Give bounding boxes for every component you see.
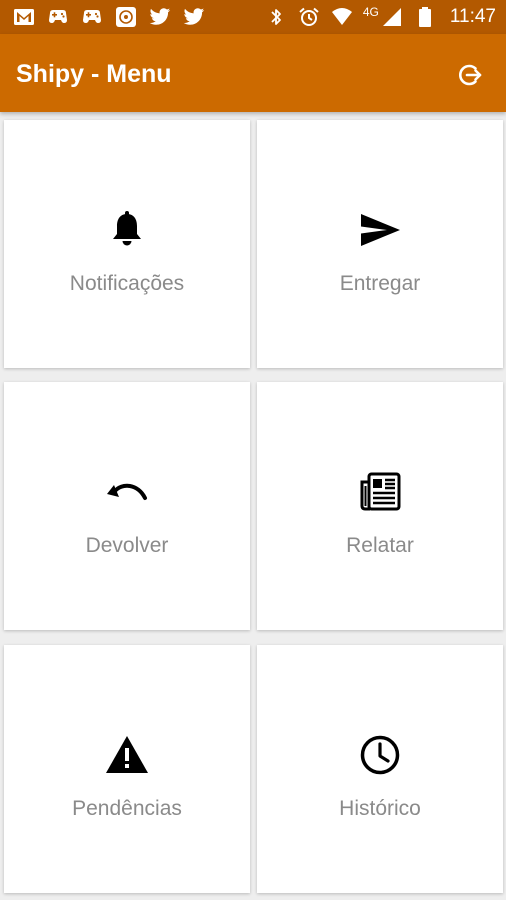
- bell-icon: [4, 208, 250, 252]
- menu-item-label: Devolver: [85, 534, 169, 557]
- bluetooth-icon: [264, 6, 288, 28]
- menu-item-label: Entregar: [339, 272, 421, 295]
- page-title: Shipy - Menu: [16, 60, 172, 88]
- notification-icons: [12, 6, 206, 28]
- menu-item-label: Notificações: [69, 272, 185, 295]
- menu-item-label: Pendências: [72, 797, 182, 820]
- menu-item-pendencias[interactable]: Pendências: [4, 645, 250, 893]
- menu-item-devolver[interactable]: Devolver: [4, 382, 250, 630]
- menu-item-entregar[interactable]: Entregar: [257, 120, 503, 368]
- wifi-icon: [330, 6, 354, 28]
- menu-item-notificacoes[interactable]: Notificações: [4, 120, 250, 368]
- game-controller-icon: [46, 6, 70, 28]
- send-icon: [257, 208, 503, 252]
- system-icons: 4G 11:47: [264, 5, 496, 28]
- app-badge-icon: [114, 6, 138, 28]
- undo-icon: [4, 470, 250, 514]
- status-bar: 4G 11:47: [0, 0, 506, 34]
- gmail-icon: [12, 6, 36, 28]
- logout-icon: [459, 64, 482, 86]
- menu-item-label: Histórico: [339, 797, 421, 820]
- menu-item-relatar[interactable]: Relatar: [257, 382, 503, 630]
- network-type: 4G: [362, 5, 379, 19]
- logout-button[interactable]: [454, 60, 484, 90]
- newspaper-icon: [257, 470, 503, 514]
- clock-time: 11:47: [449, 6, 496, 27]
- alarm-icon: [297, 6, 321, 28]
- app-bar: Shipy - Menu: [0, 34, 506, 112]
- menu-item-historico[interactable]: Histórico: [257, 645, 503, 893]
- twitter-icon: [148, 6, 172, 28]
- menu-item-label: Relatar: [346, 534, 414, 557]
- battery-icon: [413, 6, 437, 28]
- signal-icon: [380, 6, 404, 28]
- game-controller-icon: [80, 6, 104, 28]
- twitter-icon: [182, 6, 206, 28]
- warning-icon: [4, 733, 250, 777]
- clock-icon: [257, 733, 503, 777]
